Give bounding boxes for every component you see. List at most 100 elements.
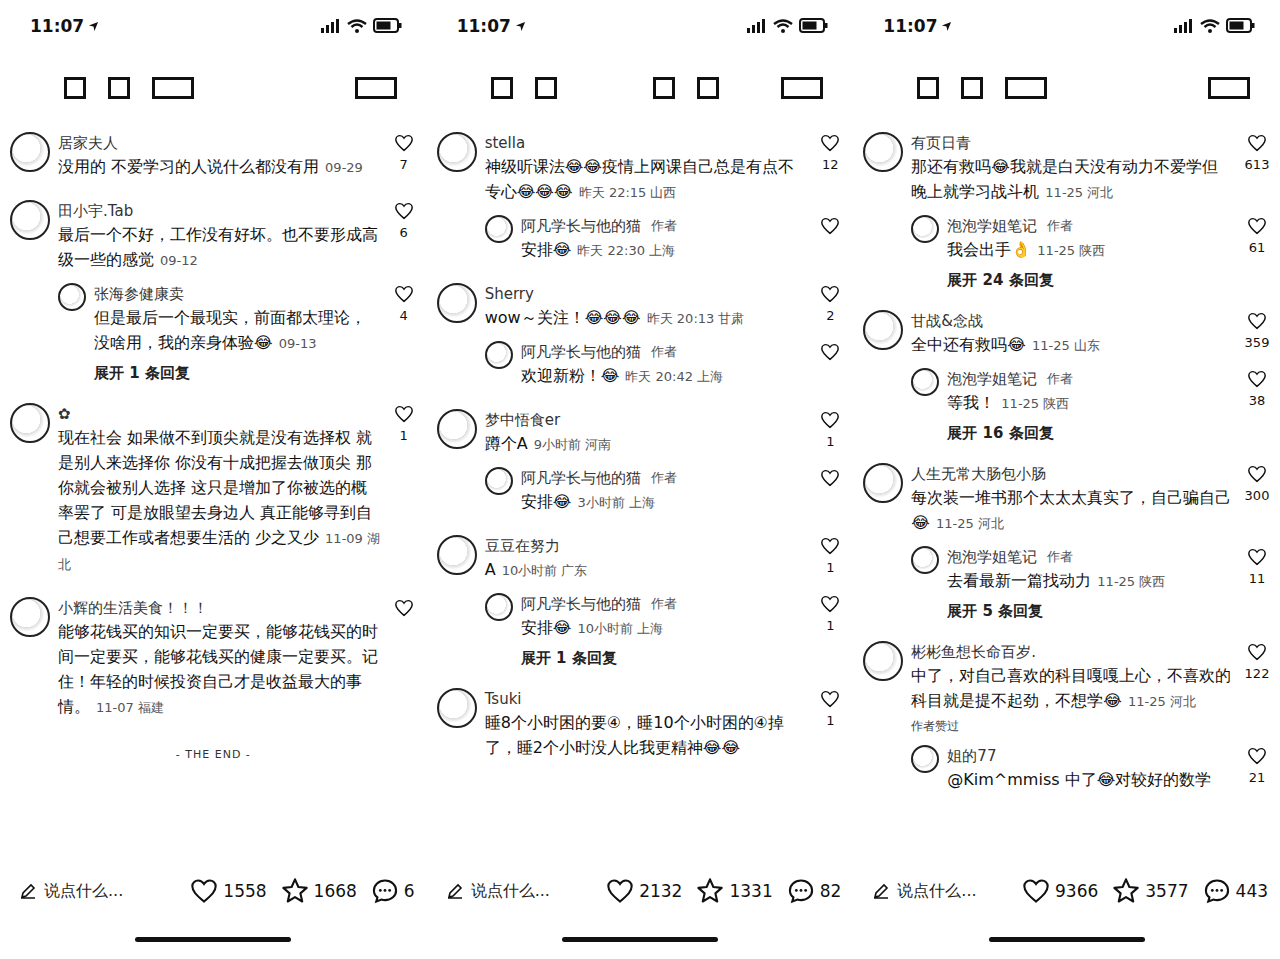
reply-author[interactable]: 泡泡学姐笔记: [947, 368, 1037, 390]
avatar-icon[interactable]: [437, 283, 477, 323]
avatar-icon[interactable]: [485, 341, 513, 369]
comment-total[interactable]: 82: [787, 877, 842, 905]
comment-author[interactable]: 人生无常大肠包小肠: [911, 463, 1234, 485]
like-button[interactable]: 1: [807, 688, 853, 760]
reply-text: 欢迎新粉！😂昨天 20:42 上海: [521, 363, 723, 389]
reply-author[interactable]: 姐的77: [947, 745, 996, 767]
comment-author[interactable]: 梦中悟食er: [485, 409, 808, 431]
avatar-icon[interactable]: [437, 688, 477, 728]
like-button[interactable]: [807, 341, 853, 389]
like-button[interactable]: 21: [1234, 745, 1280, 792]
header-box-icon[interactable]: [781, 77, 823, 99]
avatar-icon[interactable]: [10, 403, 50, 443]
like-total[interactable]: 9366: [1022, 877, 1098, 905]
reply-author[interactable]: 阿凡学长与他的猫: [521, 593, 641, 615]
heart-icon: [1247, 465, 1267, 483]
expand-replies[interactable]: 展开 1 条回复: [485, 641, 808, 668]
reply-author[interactable]: 阿凡学长与他的猫: [521, 467, 641, 489]
header-box-icon[interactable]: [355, 77, 397, 99]
like-button[interactable]: 1: [807, 535, 853, 583]
expand-replies[interactable]: 展开 1 条回复: [58, 356, 381, 383]
like-button[interactable]: [807, 215, 853, 263]
avatar-icon[interactable]: [911, 368, 939, 396]
reply-author[interactable]: 泡泡学姐笔记: [947, 215, 1037, 237]
comment-total[interactable]: 6: [371, 877, 415, 905]
collect-total[interactable]: 1668: [281, 877, 357, 905]
comment-author[interactable]: 小辉的生活美食！！！: [58, 597, 381, 619]
expand-replies[interactable]: 展开 16 条回复: [911, 416, 1234, 443]
header-box-icon[interactable]: [917, 77, 939, 99]
like-button[interactable]: 2: [807, 283, 853, 331]
avatar-icon[interactable]: [437, 409, 477, 449]
collect-total[interactable]: 3577: [1112, 877, 1188, 905]
avatar-icon[interactable]: [911, 745, 939, 773]
reply-author[interactable]: 泡泡学姐笔记: [947, 546, 1037, 568]
comment-input[interactable]: 说点什么...: [20, 881, 176, 902]
like-button[interactable]: 613: [1234, 132, 1280, 205]
top-bar: [853, 52, 1280, 124]
comment-input[interactable]: 说点什么...: [447, 881, 593, 902]
comment-author[interactable]: stella: [485, 132, 808, 154]
comment-total[interactable]: 443: [1203, 877, 1268, 905]
expand-replies[interactable]: 展开 24 条回复: [911, 263, 1234, 290]
comment-author[interactable]: Tsuki: [485, 688, 808, 710]
header-box-icon[interactable]: [152, 77, 194, 99]
like-button[interactable]: [381, 597, 427, 720]
like-button[interactable]: 61: [1234, 215, 1280, 263]
like-total[interactable]: 2132: [606, 877, 682, 905]
expand-replies[interactable]: 展开 5 条回复: [911, 594, 1234, 621]
header-box-icon[interactable]: [1005, 77, 1047, 99]
avatar-icon[interactable]: [911, 215, 939, 243]
header-box-icon[interactable]: [108, 77, 130, 99]
header-box-icon[interactable]: [653, 77, 675, 99]
collect-total[interactable]: 1331: [696, 877, 772, 905]
like-button[interactable]: 7: [381, 132, 427, 180]
header-box-icon[interactable]: [697, 77, 719, 99]
like-button[interactable]: 359: [1234, 310, 1280, 358]
comment-author[interactable]: 豆豆在努力: [485, 535, 808, 557]
comment-author[interactable]: 田小宇.Tab: [58, 200, 381, 222]
avatar-icon[interactable]: [10, 597, 50, 637]
header-box-icon[interactable]: [1208, 77, 1250, 99]
avatar-icon[interactable]: [863, 310, 903, 350]
like-button[interactable]: 1: [807, 593, 853, 641]
avatar-icon[interactable]: [485, 593, 513, 621]
avatar-icon[interactable]: [863, 641, 903, 681]
header-box-icon[interactable]: [491, 77, 513, 99]
heart-icon: [820, 469, 840, 487]
avatar-icon[interactable]: [10, 132, 50, 172]
like-button[interactable]: 1: [807, 409, 853, 457]
comment-input[interactable]: 说点什么...: [873, 881, 1008, 902]
like-button[interactable]: 4: [381, 283, 427, 356]
like-button[interactable]: 6: [381, 200, 427, 273]
avatar-icon[interactable]: [437, 132, 477, 172]
reply-author[interactable]: 阿凡学长与他的猫: [521, 341, 641, 363]
avatar-icon[interactable]: [863, 463, 903, 503]
avatar-icon[interactable]: [437, 535, 477, 575]
reply-author[interactable]: 张海参健康卖: [94, 283, 184, 305]
comment-author[interactable]: 有页日青: [911, 132, 1234, 154]
reply-author[interactable]: 阿凡学长与他的猫: [521, 215, 641, 237]
header-box-icon[interactable]: [535, 77, 557, 99]
avatar-icon[interactable]: [58, 283, 86, 311]
like-button[interactable]: 12: [807, 132, 853, 205]
comment-author[interactable]: 居家夫人: [58, 132, 381, 154]
comment-author[interactable]: 彬彬鱼想长命百岁.: [911, 641, 1234, 663]
header-box-icon[interactable]: [64, 77, 86, 99]
avatar-icon[interactable]: [863, 132, 903, 172]
avatar-icon[interactable]: [485, 467, 513, 495]
like-button[interactable]: 1: [381, 403, 427, 577]
like-total[interactable]: 1558: [190, 877, 266, 905]
avatar-icon[interactable]: [485, 215, 513, 243]
like-button[interactable]: 300: [1234, 463, 1280, 536]
comment-author[interactable]: ✿: [58, 403, 381, 425]
comment-author[interactable]: Sherry: [485, 283, 808, 305]
comment-author[interactable]: 甘战&念战: [911, 310, 1234, 332]
avatar-icon[interactable]: [10, 200, 50, 240]
like-button[interactable]: 11: [1234, 546, 1280, 594]
like-button[interactable]: [807, 467, 853, 515]
like-button[interactable]: 122: [1234, 641, 1280, 735]
header-box-icon[interactable]: [961, 77, 983, 99]
like-button[interactable]: 38: [1234, 368, 1280, 416]
avatar-icon[interactable]: [911, 546, 939, 574]
